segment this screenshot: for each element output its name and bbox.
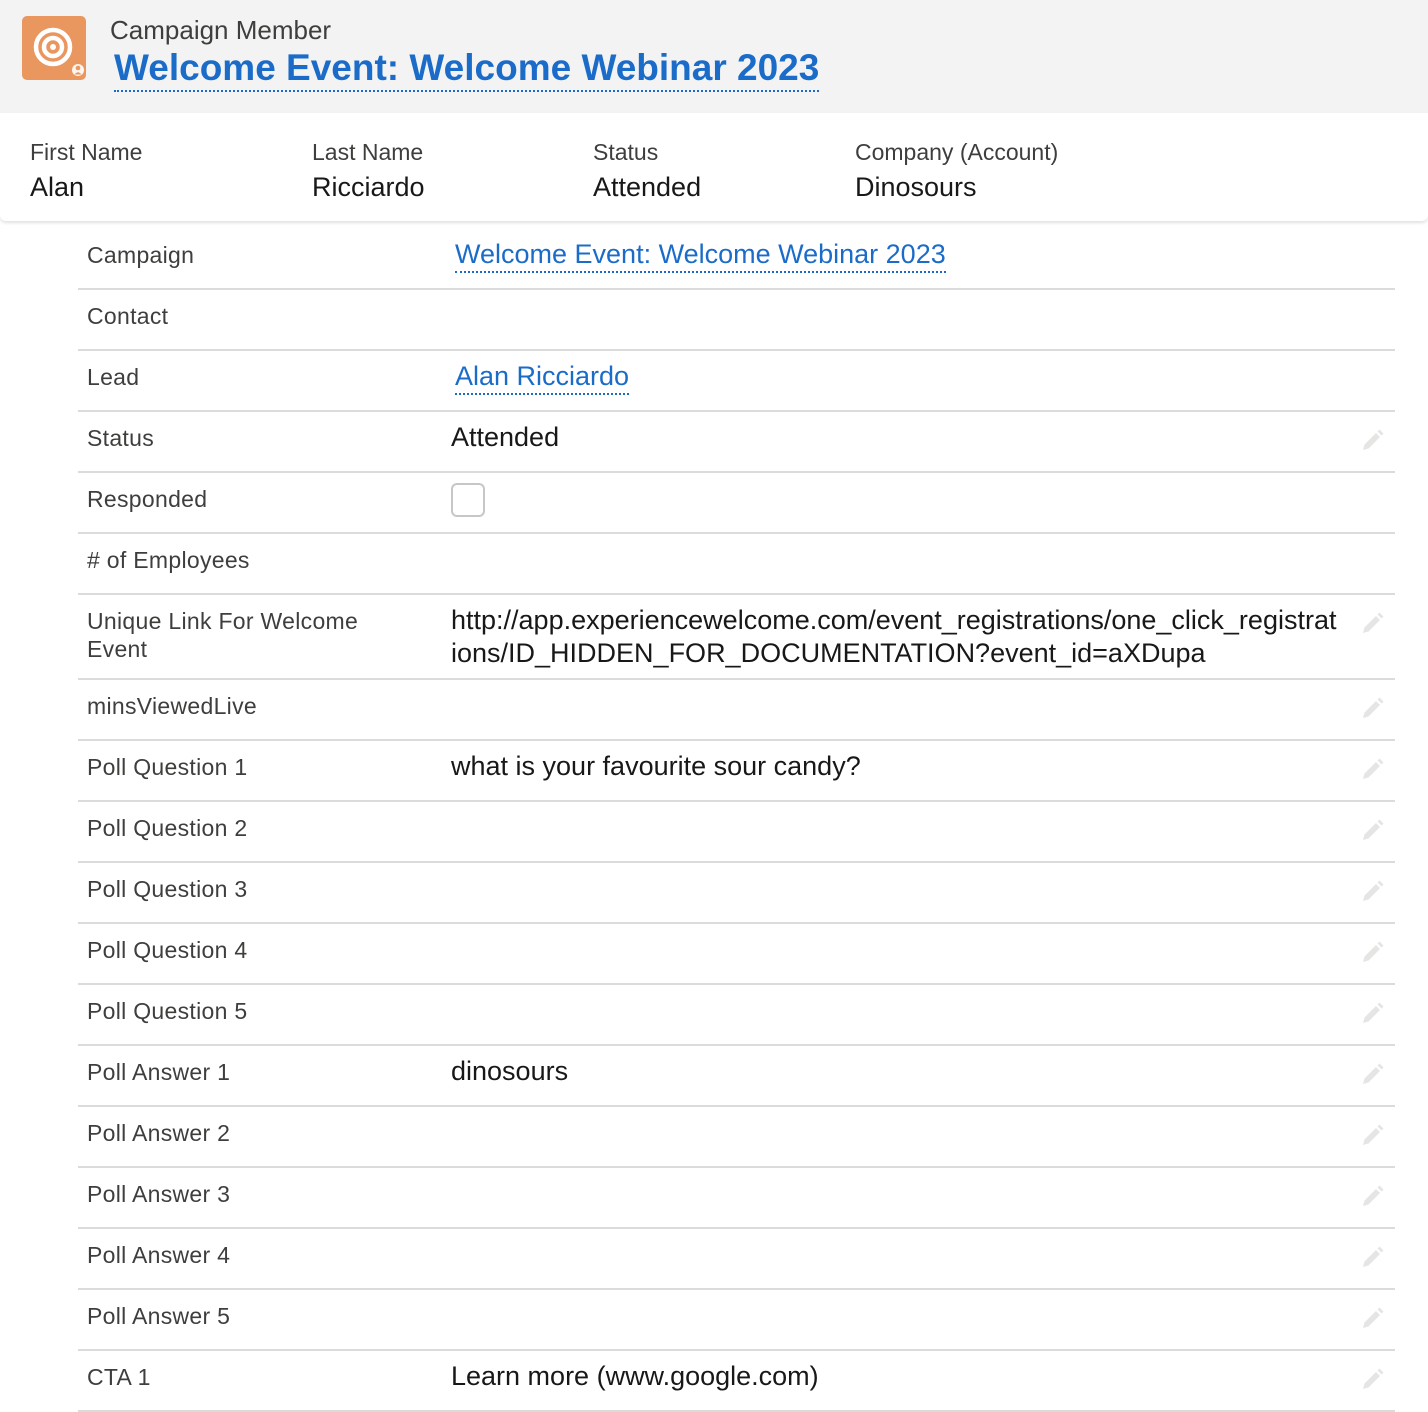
field-label: Responded (87, 486, 208, 512)
highlight-label: First Name (30, 139, 143, 165)
pencil-edit-icon[interactable] (1359, 1245, 1385, 1271)
field-row-poll-question-3: Poll Question 3 (78, 863, 1395, 924)
pencil-edit-icon[interactable] (1359, 1001, 1385, 1027)
highlight-label: Last Name (312, 139, 424, 165)
record-header: Campaign Member Welcome Event: Welcome W… (0, 0, 1428, 113)
field-label: Poll Question 5 (87, 998, 248, 1024)
field-row-campaign: Campaign Welcome Event: Welcome Webinar … (78, 229, 1395, 290)
field-row-responded: Responded (78, 473, 1395, 534)
field-row-poll-answer-3: Poll Answer 3 (78, 1168, 1395, 1229)
lead-link[interactable]: Alan Ricciardo (455, 360, 630, 395)
field-row-poll-question-4: Poll Question 4 (78, 924, 1395, 985)
field-label: Poll Answer 5 (87, 1303, 231, 1329)
field-label: Unique Link For Welcome Event (87, 608, 359, 662)
field-row-unique-link: Unique Link For Welcome Event http://app… (78, 595, 1395, 680)
details-section: Campaign Welcome Event: Welcome Webinar … (78, 229, 1395, 1412)
field-row-poll-answer-2: Poll Answer 2 (78, 1107, 1395, 1168)
field-row-poll-question-5: Poll Question 5 (78, 985, 1395, 1046)
pencil-edit-icon[interactable] (1359, 611, 1385, 637)
pencil-edit-icon[interactable] (1359, 1184, 1385, 1210)
highlight-label: Company (Account) (855, 139, 1059, 165)
pencil-edit-icon[interactable] (1359, 757, 1385, 783)
field-row-mins-viewed: minsViewedLive (78, 680, 1395, 741)
highlight-value: Dinosours (855, 172, 977, 202)
field-row-poll-answer-5: Poll Answer 5 (78, 1290, 1395, 1351)
campaign-member-target-icon (22, 16, 86, 80)
field-row-poll-answer-4: Poll Answer 4 (78, 1229, 1395, 1290)
field-label: Poll Question 2 (87, 815, 248, 841)
field-label: CTA 1 (87, 1364, 151, 1390)
field-value: what is your favourite sour candy? (451, 751, 861, 781)
field-row-poll-question-2: Poll Question 2 (78, 802, 1395, 863)
highlight-label: Status (593, 139, 659, 165)
field-value: dinosours (451, 1056, 569, 1086)
record-title-link[interactable]: Welcome Event: Welcome Webinar 2023 (114, 46, 820, 92)
object-type-label: Campaign Member (110, 15, 332, 45)
field-label: Poll Answer 2 (87, 1120, 231, 1146)
field-label: Contact (87, 303, 169, 329)
field-label: Poll Answer 4 (87, 1242, 231, 1268)
pencil-edit-icon[interactable] (1359, 428, 1385, 454)
pencil-edit-icon[interactable] (1359, 1367, 1385, 1393)
campaign-link[interactable]: Welcome Event: Welcome Webinar 2023 (455, 238, 946, 273)
field-label: minsViewedLive (87, 693, 257, 719)
field-label: Poll Question 3 (87, 876, 248, 902)
field-row-poll-question-1: Poll Question 1 what is your favourite s… (78, 741, 1395, 802)
field-label: # of Employees (87, 547, 250, 573)
field-row-poll-answer-1: Poll Answer 1 dinosours (78, 1046, 1395, 1107)
field-value: http://app.experiencewelcome.com/event_r… (451, 605, 1337, 668)
pencil-edit-icon[interactable] (1359, 1123, 1385, 1149)
pencil-edit-icon[interactable] (1359, 940, 1385, 966)
field-label: Poll Question 1 (87, 754, 248, 780)
highlight-value: Ricciardo (312, 172, 425, 202)
field-row-employees: # of Employees (78, 534, 1395, 595)
field-label: Poll Question 4 (87, 937, 248, 963)
field-label: Status (87, 425, 155, 451)
field-value: Learn more (www.google.com) (451, 1361, 819, 1391)
pencil-edit-icon[interactable] (1359, 696, 1385, 722)
field-row-lead: Lead Alan Ricciardo (78, 351, 1395, 412)
field-label: Campaign (87, 242, 195, 268)
field-label: Poll Answer 1 (87, 1059, 231, 1085)
responded-checkbox[interactable] (451, 483, 485, 517)
field-value: Attended (451, 422, 560, 452)
pencil-edit-icon[interactable] (1359, 1306, 1385, 1332)
highlight-first-name: First Name Alan (30, 137, 142, 205)
highlights-panel: First Name Alan Last Name Ricciardo Stat… (0, 113, 1428, 221)
field-row-status: Status Attended (78, 412, 1395, 473)
field-row-cta-1: CTA 1 Learn more (www.google.com) (78, 1351, 1395, 1412)
highlight-last-name: Last Name Ricciardo (312, 137, 425, 205)
highlight-status: Status Attended (593, 137, 701, 205)
field-label: Poll Answer 3 (87, 1181, 231, 1207)
field-label: Lead (87, 364, 140, 390)
pencil-edit-icon[interactable] (1359, 1062, 1385, 1088)
highlight-value: Attended (593, 172, 702, 202)
highlight-company: Company (Account) Dinosours (855, 137, 1058, 205)
highlight-value: Alan (30, 172, 85, 202)
pencil-edit-icon[interactable] (1359, 879, 1385, 905)
pencil-edit-icon[interactable] (1359, 818, 1385, 844)
field-row-contact: Contact (78, 290, 1395, 351)
